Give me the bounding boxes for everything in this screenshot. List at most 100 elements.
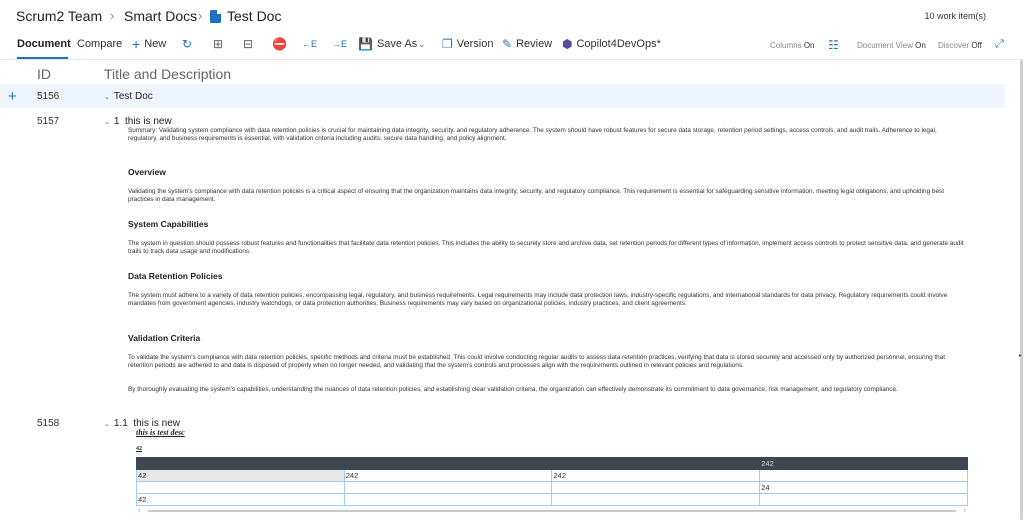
new-label: New (144, 38, 166, 50)
table-cell[interactable] (760, 470, 968, 482)
table-row: 24 (137, 482, 968, 494)
row-id: 5158 (37, 418, 59, 429)
policies-text: The system must adhere to a variety of d… (128, 292, 964, 308)
header-bar: Scrum2 Team › Smart Docs › Test Doc 10 w… (0, 0, 1024, 32)
table-cell[interactable] (552, 482, 760, 494)
row-number: 1 (114, 116, 120, 127)
outdent-button[interactable]: ←E (302, 38, 317, 50)
discover-value: Off (971, 41, 982, 50)
table-cell[interactable]: 42 (137, 494, 345, 506)
expand-all-button[interactable]: ⊞ (213, 38, 223, 50)
table-cell[interactable]: 242 (344, 470, 552, 482)
expand-arrows-icon: ⤢ (995, 38, 1004, 50)
collapse-square-icon: ⊟ (243, 38, 253, 50)
table-row: 42 242 242 (137, 470, 968, 482)
columns-label: Columns (770, 41, 802, 50)
table-caption: 42 (136, 446, 142, 452)
sliders-icon: ☷ (828, 38, 839, 52)
vertical-scrollbar[interactable]: ▸ (1018, 60, 1024, 523)
table-cell[interactable]: 42 (137, 470, 345, 482)
indent-icon: →E (332, 38, 347, 50)
column-settings-button[interactable]: ☷ (828, 38, 839, 52)
table-cell[interactable]: 242 (760, 458, 968, 470)
expand-square-icon: ⊞ (213, 38, 223, 50)
breadcrumb-section[interactable]: Smart Docs (124, 8, 197, 24)
breadcrumb-team[interactable]: Scrum2 Team (16, 8, 102, 24)
document-view-label: Document View (857, 41, 913, 50)
row-title[interactable]: ⌄ Test Doc (104, 91, 153, 102)
work-item-count: 10 work item(s) (924, 11, 986, 21)
refresh-icon: ↻ (182, 38, 192, 50)
version-icon: ❐ (442, 38, 453, 50)
table-cell[interactable] (552, 494, 760, 506)
chevron-down-icon[interactable]: ⌄ (104, 421, 110, 428)
save-as-button[interactable]: 💾 Save As (358, 38, 417, 50)
remove-button[interactable]: ⛔ (272, 38, 287, 50)
copilot-label: Copilot4DevOps* (576, 38, 660, 50)
table-cell[interactable] (552, 458, 760, 470)
heading-system-capabilities: System Capabilities (128, 219, 208, 229)
version-label: Version (457, 38, 494, 50)
row-id: 5156 (37, 91, 59, 102)
column-header-title: Title and Description (104, 66, 231, 82)
indent-button[interactable]: →E (332, 38, 347, 50)
edit-icon: ✎ (502, 38, 512, 50)
chevron-down-icon[interactable]: ⌄ (104, 94, 110, 101)
overview-text: Validating the system's compliance with … (128, 188, 964, 204)
active-tab-indicator (17, 57, 68, 59)
criteria-text: To validate the system's compliance with… (128, 354, 964, 370)
document-icon (210, 10, 221, 23)
outdent-icon: ←E (302, 38, 317, 50)
add-item-icon[interactable]: + (8, 88, 17, 105)
save-as-dropdown[interactable]: ⌄ (418, 38, 426, 50)
table-cell[interactable] (760, 494, 968, 506)
columns-toggle[interactable]: Columns On (770, 41, 814, 50)
copilot-button[interactable]: ⬢ Copilot4DevOps* (562, 38, 661, 50)
table-cell[interactable] (137, 458, 345, 470)
table-cell[interactable] (344, 458, 552, 470)
scrollbar-thumb[interactable] (148, 510, 956, 512)
scroll-indicator-icon: ▸ (1019, 352, 1022, 359)
remove-circle-icon: ⛔ (272, 38, 287, 50)
test-description: this is test desc (136, 428, 185, 437)
collapse-all-button[interactable]: ⊟ (243, 38, 253, 50)
table-cell[interactable] (344, 482, 552, 494)
horizontal-scrollbar[interactable]: ‹ › (136, 507, 968, 515)
document-view-value: On (915, 41, 926, 50)
version-button[interactable]: ❐ Version (442, 38, 493, 50)
breadcrumb-doc[interactable]: Test Doc (227, 8, 281, 24)
row-title[interactable]: ⌄1 this is new (104, 116, 172, 127)
scroll-right-icon[interactable]: › (964, 507, 966, 514)
embedded-table: 242 42 242 242 24 42 (136, 457, 968, 506)
summary-text: Summary: Validating system compliance wi… (128, 127, 964, 143)
row-number: 1.1 (114, 418, 128, 429)
chevron-down-icon[interactable]: ⌄ (104, 119, 110, 126)
heading-validation-criteria: Validation Criteria (128, 333, 200, 343)
table-cell[interactable]: 24 (760, 482, 968, 494)
columns-value: On (804, 41, 815, 50)
row-title-text: Test Doc (114, 91, 153, 102)
chevron-right-icon: › (198, 8, 202, 23)
fullscreen-button[interactable]: ⤢ (995, 38, 1004, 51)
new-button[interactable]: + New (132, 38, 166, 50)
capabilities-text: The system in question should possess ro… (128, 240, 964, 256)
heading-overview: Overview (128, 167, 166, 177)
discover-label: Discover (938, 41, 969, 50)
review-label: Review (516, 38, 552, 50)
tab-compare[interactable]: Compare (77, 38, 122, 50)
heading-data-retention-policies: Data Retention Policies (128, 271, 222, 281)
save-icon: 💾 (358, 38, 373, 50)
table-cell[interactable] (344, 494, 552, 506)
table-cell[interactable] (137, 482, 345, 494)
chevron-right-icon: › (110, 8, 114, 23)
review-button[interactable]: ✎ Review (502, 38, 552, 50)
scrollbar-thumb[interactable] (1020, 60, 1023, 520)
row-id: 5157 (37, 116, 59, 127)
document-view-toggle[interactable]: Document View On (857, 41, 926, 50)
table-cell[interactable]: 242 (552, 470, 760, 482)
tab-document[interactable]: Document (17, 38, 71, 50)
toolbar: Document Compare + New ↻ ⊞ ⊟ ⛔ ←E →E 💾 S… (0, 32, 1024, 60)
discover-toggle[interactable]: Discover Off (938, 41, 982, 50)
scroll-left-icon[interactable]: ‹ (138, 507, 140, 514)
refresh-button[interactable]: ↻ (182, 38, 192, 50)
